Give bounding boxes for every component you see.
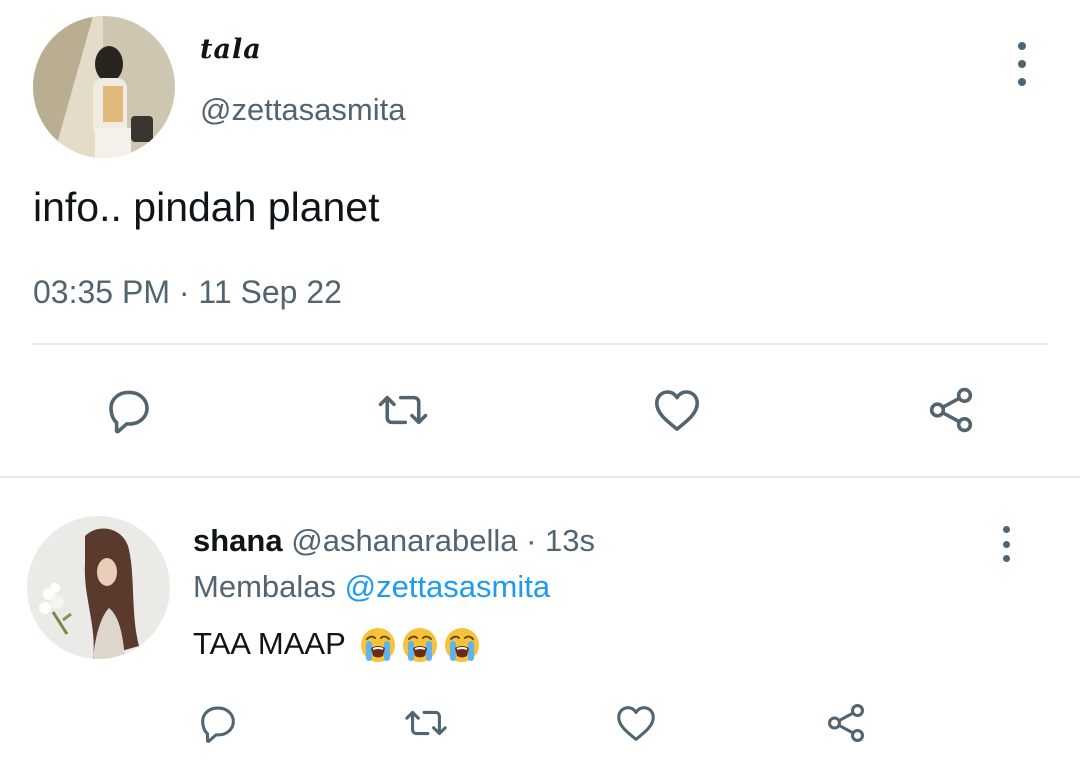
tweet-timestamp[interactable]: 03:35 PM · 11 Sep 22 [33,274,342,311]
like-icon[interactable] [611,698,661,748]
retweet-icon[interactable] [373,380,433,440]
separator: · [526,523,537,558]
reply-icon[interactable] [99,380,159,440]
loudly-crying-face-icon [360,628,395,662]
share-icon[interactable] [921,380,981,440]
emoji-group [358,624,482,664]
loudly-crying-face-icon [402,628,437,662]
tweet-detail-screen: tala @zettasasmita info.. pindah planet … [0,0,1080,767]
avatar[interactable] [27,516,170,659]
tweet-text: info.. pindah planet [33,184,380,230]
loudly-crying-face-icon [444,628,479,662]
reply-text: TAA MAAP [193,624,482,664]
replying-label: Membalas [193,569,336,604]
reply-header: shana @ashanarabella · 13s [193,523,595,559]
reply-text-content: TAA MAAP [193,626,346,661]
user-handle[interactable]: @ashanarabella [291,523,517,558]
more-options-icon[interactable] [1006,42,1038,86]
replying-to-link[interactable]: @zettasasmita [345,569,550,604]
display-name[interactable]: tala [200,34,262,65]
like-icon[interactable] [647,380,707,440]
reply-actions [0,698,1080,748]
reply-tweet[interactable]: shana @ashanarabella · 13s Membalas @zet… [0,478,1080,767]
main-tweet: tala @zettasasmita info.. pindah planet … [0,0,1080,476]
reply-time: 13s [545,523,596,558]
tweet-actions [0,380,1080,440]
display-name[interactable]: shana [193,523,283,558]
divider [33,343,1047,345]
retweet-icon[interactable] [401,698,451,748]
user-handle[interactable]: @zettasasmita [200,92,405,128]
replying-to: Membalas @zettasasmita [193,569,550,605]
share-icon[interactable] [821,698,871,748]
reply-icon[interactable] [193,698,243,748]
more-options-icon[interactable] [992,526,1020,562]
avatar[interactable] [33,16,175,158]
